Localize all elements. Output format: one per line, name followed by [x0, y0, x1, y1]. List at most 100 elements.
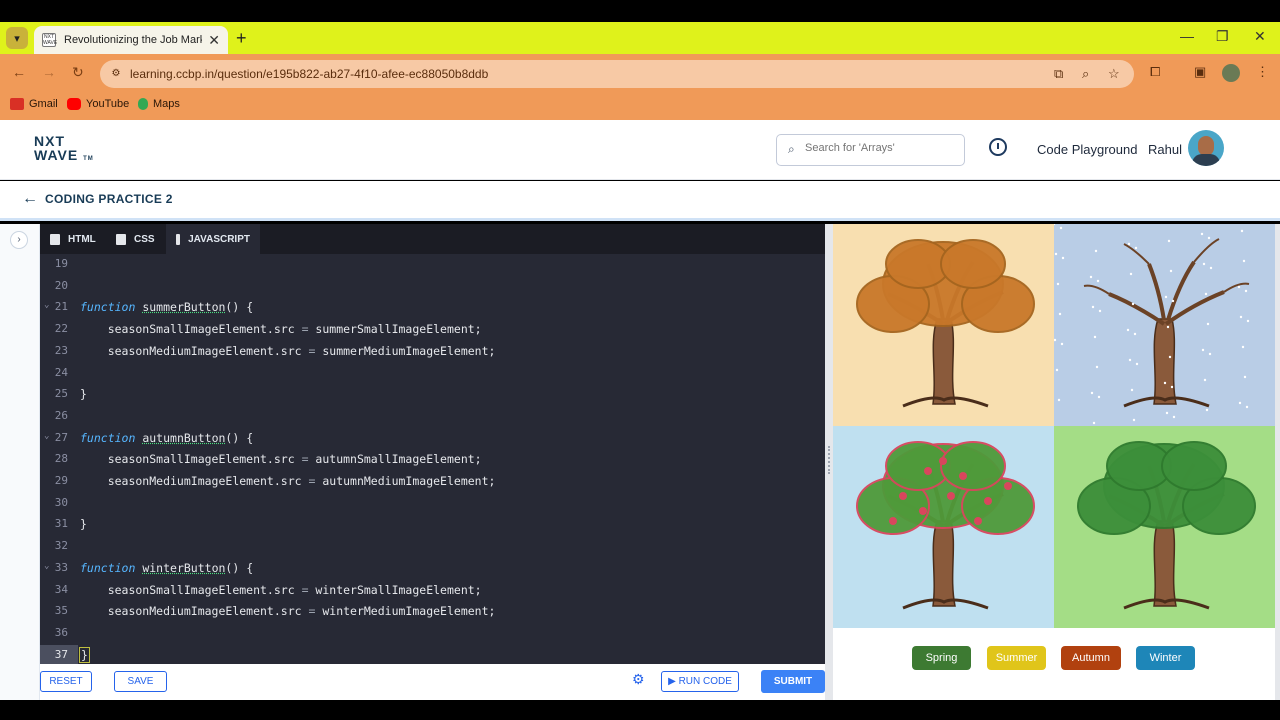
line-number: 21 — [54, 300, 68, 314]
youtube-icon — [67, 98, 81, 110]
fold-marker-icon[interactable]: ⌄ — [44, 300, 49, 310]
user-avatar[interactable] — [1188, 130, 1224, 166]
user-name[interactable]: Rahul — [1148, 142, 1182, 157]
side-panel-icon[interactable]: ▣ — [1194, 64, 1206, 80]
extensions-icon[interactable]: ⧠ — [1150, 64, 1160, 80]
url-text: learning.ccbp.in/question/e195b822-ab27-… — [130, 67, 489, 81]
code-text: seasonMediumImageElement.src = autumnMed… — [80, 474, 496, 488]
html5-icon — [50, 233, 60, 245]
code-line[interactable]: 30 — [40, 493, 825, 514]
code-line[interactable]: 36 — [40, 623, 825, 644]
code-text: } — [80, 517, 87, 532]
summer-tree-image — [1054, 426, 1275, 628]
site-info-icon[interactable]: ⚙ — [108, 66, 124, 82]
line-number: 33 — [54, 560, 68, 574]
minimize-icon[interactable]: — — [1180, 28, 1194, 44]
restore-icon[interactable]: ❐ — [1216, 28, 1229, 45]
code-line[interactable]: 19 — [40, 254, 825, 275]
nxtwave-logo[interactable]: NXT WAVE TM — [34, 134, 94, 166]
browser-toolbar: ← → ↻ ⚙ learning.ccbp.in/question/e195b8… — [0, 54, 1280, 92]
save-button[interactable]: SAVE — [114, 671, 167, 692]
code-line[interactable]: 20 — [40, 276, 825, 297]
tab-search-icon[interactable]: ▾ — [6, 27, 28, 49]
bookmark-gmail[interactable]: Gmail — [10, 98, 58, 110]
forward-icon[interactable]: → — [42, 64, 56, 80]
tab-css[interactable]: CSS — [106, 224, 166, 254]
browser-menu-icon[interactable]: ⋮ — [1256, 64, 1269, 80]
fold-marker-icon[interactable]: ⌄ — [44, 431, 49, 441]
code-text: seasonSmallImageElement.src = summerSmal… — [80, 322, 482, 337]
css3-icon — [116, 233, 126, 245]
code-line[interactable]: 26 — [40, 406, 825, 427]
code-line[interactable]: 27 ⌄ function autumnButton() { — [40, 428, 825, 449]
tab-javascript[interactable]: JAVASCRIPT — [166, 224, 260, 254]
zoom-icon[interactable]: ⌕ — [1082, 66, 1089, 82]
code-line[interactable]: 23 seasonMediumImageElement.src = summer… — [40, 341, 825, 362]
line-number: 22 — [54, 322, 68, 336]
search-box[interactable]: ⌕ — [776, 134, 965, 166]
tab-label: CSS — [134, 233, 155, 245]
output-scrollbar[interactable] — [1275, 224, 1280, 700]
timer-icon[interactable] — [989, 138, 1007, 156]
new-tab-icon[interactable]: + — [236, 28, 247, 49]
bookmark-youtube[interactable]: YouTube — [67, 98, 129, 110]
code-editor[interactable]: HTML CSS JAVASCRIPT 19 20 21 ⌄ function summ… — [40, 224, 825, 666]
logo-line2: WAVE — [34, 147, 79, 163]
tab-title: Revolutionizing the Job Market — [64, 34, 203, 46]
code-playground-link[interactable]: Code Playground — [1037, 142, 1137, 157]
line-number: 20 — [54, 278, 68, 292]
run-code-button[interactable]: ▶ RUN CODE — [661, 671, 739, 692]
close-tab-icon[interactable]: ✕ — [208, 32, 220, 49]
gmail-icon — [10, 98, 24, 110]
bookmark-star-icon[interactable]: ☆ — [1108, 66, 1120, 82]
tab-html[interactable]: HTML — [40, 224, 106, 254]
code-line[interactable]: 29 seasonMediumImageElement.src = autumn… — [40, 471, 825, 492]
code-line[interactable]: 33 ⌄ function winterButton() { — [40, 558, 825, 579]
pane-splitter[interactable] — [825, 224, 833, 700]
line-number: 25 — [54, 387, 68, 401]
expand-panel-icon[interactable]: › — [10, 231, 28, 249]
code-line[interactable]: 28 seasonSmallImageElement.src = autumnS… — [40, 449, 825, 470]
code-text: function winterButton() { — [80, 560, 254, 575]
bookmark-maps[interactable]: Maps — [138, 98, 180, 110]
code-line[interactable]: 32 — [40, 536, 825, 557]
logo-line1: NXT — [34, 133, 65, 149]
summer-button[interactable]: Summer — [987, 646, 1046, 670]
output-panel: Spring Summer Autumn Winter — [833, 224, 1280, 700]
line-number: 29 — [54, 474, 68, 487]
spring-button[interactable]: Spring — [912, 646, 971, 670]
back-arrow-icon[interactable]: ← — [22, 190, 38, 208]
search-input[interactable] — [805, 142, 955, 154]
line-number: 30 — [54, 495, 68, 509]
gear-icon[interactable]: ⚙ — [632, 671, 645, 688]
close-window-icon[interactable]: ✕ — [1254, 28, 1266, 45]
code-line[interactable]: 31} — [40, 514, 825, 535]
address-bar[interactable]: ⚙ learning.ccbp.in/question/e195b822-ab2… — [100, 60, 1134, 88]
winter-button[interactable]: Winter — [1136, 646, 1195, 670]
practice-subheader: ← CODING PRACTICE 2 — [0, 181, 1280, 221]
reset-button[interactable]: RESET — [40, 671, 92, 692]
code-text: function summerButton() { — [80, 300, 254, 315]
code-line[interactable]: 24 — [40, 363, 825, 384]
winter-tree-image — [1054, 224, 1275, 426]
fold-marker-icon[interactable]: ⌄ — [44, 561, 49, 571]
code-line[interactable]: 25} — [40, 384, 825, 405]
browser-profile-avatar[interactable] — [1222, 64, 1240, 82]
submit-button[interactable]: SUBMIT — [761, 670, 825, 693]
reload-icon[interactable]: ↻ — [72, 64, 84, 81]
logo-tm: TM — [83, 156, 94, 162]
bookmark-label: Maps — [153, 98, 180, 110]
bookmarks-bar: Gmail YouTube Maps — [0, 92, 1280, 120]
back-icon[interactable]: ← — [12, 64, 26, 80]
browser-tab[interactable]: NXT WAVE Revolutionizing the Job Market … — [34, 26, 228, 54]
tab-label: HTML — [68, 233, 96, 245]
code-line[interactable]: 35 seasonMediumImageElement.src = winter… — [40, 601, 825, 622]
autumn-button[interactable]: Autumn — [1061, 646, 1121, 670]
code-line[interactable]: 37} — [40, 644, 825, 666]
code-area[interactable]: 19 20 21 ⌄ function summerButton() { 22 seaso… — [40, 254, 825, 666]
code-line[interactable]: 21 ⌄ function summerButton() { — [40, 297, 825, 318]
install-app-icon[interactable]: ⧉ — [1054, 66, 1063, 82]
code-line[interactable]: 22 seasonSmallImageElement.src = summerS… — [40, 319, 825, 340]
code-line[interactable]: 34 seasonSmallImageElement.src = winterS… — [40, 580, 825, 601]
season-image-grid — [833, 224, 1275, 628]
